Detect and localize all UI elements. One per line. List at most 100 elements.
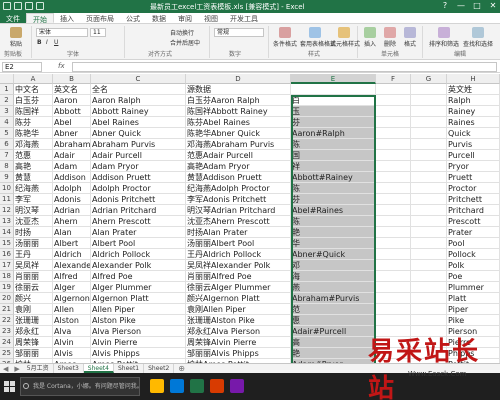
cell-g15[interactable]: [411, 238, 447, 249]
sheet-tab-sheet2[interactable]: Sheet2: [144, 364, 175, 373]
row-header[interactable]: 6: [0, 139, 14, 150]
cell-h6[interactable]: Purvis: [447, 139, 500, 150]
cell-e24[interactable]: 高: [291, 337, 376, 348]
sheet-tab-sheet3[interactable]: Sheet3: [54, 364, 84, 373]
cell-f4[interactable]: [376, 117, 411, 128]
taskbar-onenote-icon[interactable]: [230, 379, 244, 393]
row-header[interactable]: 18: [0, 271, 14, 282]
cell-f11[interactable]: [376, 194, 411, 205]
bold-button[interactable]: B: [37, 39, 42, 46]
row-header[interactable]: 2: [0, 95, 14, 106]
cell-c21[interactable]: Allen Piper: [91, 304, 186, 315]
row-header[interactable]: 21: [0, 304, 14, 315]
format-as-table-button[interactable]: 套用表格格式: [300, 27, 336, 48]
font-size-select[interactable]: 11: [90, 28, 106, 37]
cell-e6[interactable]: 陈: [291, 139, 376, 150]
cell-h8[interactable]: Pryor: [447, 161, 500, 172]
cell-f18[interactable]: [376, 271, 411, 282]
cell-h7[interactable]: Purcell: [447, 150, 500, 161]
cell-d19[interactable]: 徐丽云Alger Plummer: [186, 282, 291, 293]
cell-g18[interactable]: [411, 271, 447, 282]
tab-data[interactable]: 数据: [146, 13, 172, 23]
cell-c7[interactable]: Adair Purcell: [91, 150, 186, 161]
row-header[interactable]: 17: [0, 260, 14, 271]
row-header[interactable]: 20: [0, 293, 14, 304]
cell-styles-button[interactable]: 单元格样式: [330, 27, 360, 48]
tab-view[interactable]: 视图: [198, 13, 224, 23]
row-header[interactable]: 3: [0, 106, 14, 117]
cell-c18[interactable]: Alfred Poe: [91, 271, 186, 282]
cell-e10[interactable]: 陈: [291, 183, 376, 194]
cell-d5[interactable]: 陈艳华Abner Quick: [186, 128, 291, 139]
cell-b22[interactable]: Alston: [53, 315, 91, 326]
cell-g6[interactable]: [411, 139, 447, 150]
redo-icon[interactable]: [36, 2, 44, 10]
name-box[interactable]: E2: [2, 62, 42, 72]
cell-f10[interactable]: [376, 183, 411, 194]
cell-g3[interactable]: [411, 106, 447, 117]
cell-d2[interactable]: 白玉芬Aaron Ralph: [186, 95, 291, 106]
cell-g2[interactable]: [411, 95, 447, 106]
cell-h13[interactable]: Prescott: [447, 216, 500, 227]
cell-c10[interactable]: Adolph Proctor: [91, 183, 186, 194]
row-header[interactable]: 16: [0, 249, 14, 260]
cell-g5[interactable]: [411, 128, 447, 139]
cell-f13[interactable]: [376, 216, 411, 227]
cell-b2[interactable]: Aaron: [53, 95, 91, 106]
cell-a3[interactable]: 陈国祥: [14, 106, 53, 117]
row-header[interactable]: 9: [0, 172, 14, 183]
row-header[interactable]: 12: [0, 205, 14, 216]
cell-c2[interactable]: Aaron Ralph: [91, 95, 186, 106]
cell-h3[interactable]: Rainey: [447, 106, 500, 117]
row-header[interactable]: 7: [0, 150, 14, 161]
row-header[interactable]: 11: [0, 194, 14, 205]
cell-b6[interactable]: Abraham: [53, 139, 91, 150]
row-header[interactable]: 23: [0, 326, 14, 337]
row-header[interactable]: 13: [0, 216, 14, 227]
cell-b1[interactable]: 英文名: [53, 84, 91, 95]
cell-c1[interactable]: 全名: [91, 84, 186, 95]
cell-f6[interactable]: [376, 139, 411, 150]
cell-d10[interactable]: 纪海燕Adolph Proctor: [186, 183, 291, 194]
format-cells-button[interactable]: 格式: [401, 27, 419, 48]
cell-d21[interactable]: 袁刚Allen Piper: [186, 304, 291, 315]
cell-g22[interactable]: [411, 315, 447, 326]
cell-f7[interactable]: [376, 150, 411, 161]
sheet-next-icon[interactable]: ▶: [11, 365, 22, 373]
cell-h4[interactable]: Raines: [447, 117, 500, 128]
cell-f3[interactable]: [376, 106, 411, 117]
cell-e13[interactable]: 陈: [291, 216, 376, 227]
column-header-d[interactable]: D: [186, 74, 291, 84]
column-header-g[interactable]: G: [411, 74, 447, 84]
cell-b5[interactable]: Abner: [53, 128, 91, 139]
tab-developer[interactable]: 开发工具: [224, 13, 264, 23]
tab-file[interactable]: 文件: [0, 13, 26, 23]
cell-a16[interactable]: 王丹: [14, 249, 53, 260]
cell-a25[interactable]: 邹丽丽: [14, 348, 53, 359]
cell-c12[interactable]: Adrian Pritchard: [91, 205, 186, 216]
row-header[interactable]: 25: [0, 348, 14, 359]
cell-f14[interactable]: [376, 227, 411, 238]
cell-d18[interactable]: 肖丽丽Alfred Poe: [186, 271, 291, 282]
cell-d13[interactable]: 沈亚杰Ahern Prescott: [186, 216, 291, 227]
cell-g17[interactable]: [411, 260, 447, 271]
cell-h15[interactable]: Pool: [447, 238, 500, 249]
column-header-f[interactable]: F: [376, 74, 411, 84]
sheet-prev-icon[interactable]: ◀: [0, 365, 11, 373]
cell-d24[interactable]: 周荣锋Alvin Pierre: [186, 337, 291, 348]
cell-b24[interactable]: Alvin: [53, 337, 91, 348]
column-header-c[interactable]: C: [91, 74, 186, 84]
cell-h11[interactable]: Pritchett: [447, 194, 500, 205]
cell-d20[interactable]: 颜兴Algernon Platt: [186, 293, 291, 304]
tab-review[interactable]: 审阅: [172, 13, 198, 23]
cell-c23[interactable]: Alva Pierson: [91, 326, 186, 337]
cell-g9[interactable]: [411, 172, 447, 183]
undo-icon[interactable]: [25, 2, 33, 10]
cell-b16[interactable]: Aldrich: [53, 249, 91, 260]
cell-a6[interactable]: 邓海燕: [14, 139, 53, 150]
cell-h19[interactable]: Plummer: [447, 282, 500, 293]
cell-c4[interactable]: Abel Raines: [91, 117, 186, 128]
cell-e18[interactable]: 海: [291, 271, 376, 282]
cell-h2[interactable]: Ralph: [447, 95, 500, 106]
sheet-tab-sheet1[interactable]: Sheet1: [114, 364, 145, 373]
